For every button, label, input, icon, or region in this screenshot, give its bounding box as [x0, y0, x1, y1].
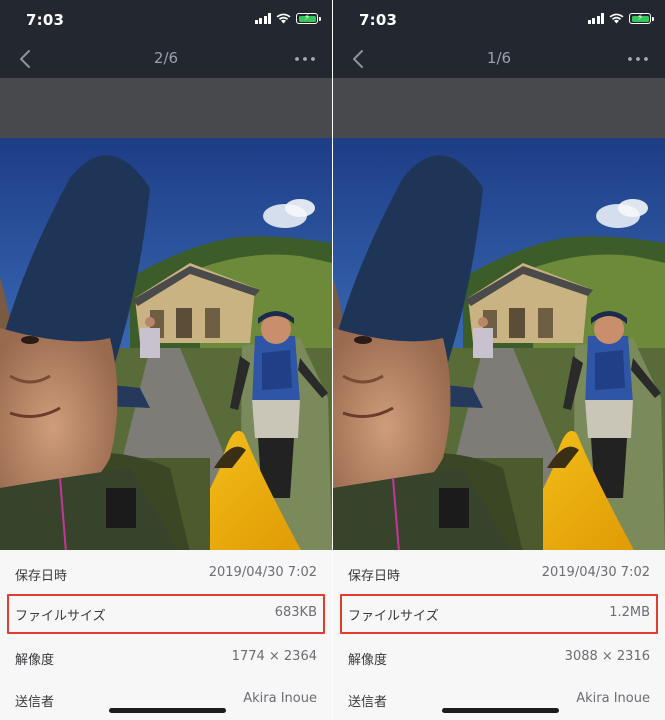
- wifi-icon: [609, 13, 624, 24]
- battery-charging-icon: ⚡: [629, 13, 654, 24]
- system-icons: ⚡: [254, 13, 321, 24]
- photo-image[interactable]: [0, 138, 332, 552]
- detail-label: 解像度: [15, 653, 55, 668]
- detail-row-resolution: 解像度 1774 × 2364: [0, 637, 332, 677]
- photo-image[interactable]: [333, 138, 665, 552]
- image-counter: 1/6: [486, 49, 512, 67]
- status-bar: 7:03 ⚡: [333, 0, 665, 40]
- detail-label: ファイルサイズ: [15, 609, 106, 624]
- detail-label: 保存日時: [15, 569, 68, 584]
- image-counter: 2/6: [153, 49, 179, 67]
- photo-letterbox: [333, 78, 665, 138]
- detail-row-file-size: ファイルサイズ 1.2MB: [333, 593, 665, 634]
- detail-row-saved-date: 保存日時 2019/04/30 7:02: [333, 553, 665, 593]
- detail-label: 送信者: [348, 695, 388, 710]
- detail-row-file-size: ファイルサイズ 683KB: [0, 593, 332, 634]
- cellular-signal-icon: [587, 13, 604, 24]
- cellular-signal-icon: [254, 13, 271, 24]
- status-time: 7:03: [359, 11, 398, 29]
- detail-label: 送信者: [15, 695, 55, 710]
- photo-letterbox: [0, 78, 332, 138]
- left-panel: 7:03 ⚡ 2/6 保存日時 2019/04/30 7:02 ファイルサイズ …: [0, 0, 332, 720]
- detail-row-sender: 送信者 Akira Inoue: [0, 679, 332, 719]
- status-time: 7:03: [26, 11, 65, 29]
- wifi-icon: [276, 13, 291, 24]
- nav-bar: 1/6: [333, 40, 665, 78]
- detail-value: 683KB: [274, 605, 317, 620]
- detail-label: 解像度: [348, 653, 388, 668]
- detail-value: 2019/04/30 7:02: [208, 565, 317, 580]
- detail-value: 1774 × 2364: [231, 649, 317, 664]
- status-bar: 7:03 ⚡: [0, 0, 332, 40]
- detail-value: Akira Inoue: [243, 691, 317, 706]
- right-panel: 7:03 ⚡ 1/6 保存日時 2019/04/30 7:02 ファイルサイズ …: [333, 0, 665, 720]
- detail-row-saved-date: 保存日時 2019/04/30 7:02: [0, 553, 332, 593]
- detail-value: 3088 × 2316: [564, 649, 650, 664]
- detail-label: 保存日時: [348, 569, 401, 584]
- nav-bar: 2/6: [0, 40, 332, 78]
- detail-value: Akira Inoue: [576, 691, 650, 706]
- detail-row-sender: 送信者 Akira Inoue: [333, 679, 665, 719]
- system-icons: ⚡: [587, 13, 654, 24]
- detail-value: 1.2MB: [609, 605, 650, 620]
- home-indicator[interactable]: [442, 708, 559, 713]
- detail-label: ファイルサイズ: [348, 609, 439, 624]
- home-indicator[interactable]: [109, 708, 226, 713]
- comparison-screenshot: 7:03 ⚡ 2/6 保存日時 2019/04/30 7:02 ファイルサイズ …: [0, 0, 665, 720]
- detail-value: 2019/04/30 7:02: [541, 565, 650, 580]
- more-horizontal-icon[interactable]: [627, 49, 649, 69]
- detail-row-resolution: 解像度 3088 × 2316: [333, 637, 665, 677]
- image-details-panel: 保存日時 2019/04/30 7:02 ファイルサイズ 1.2MB 解像度 3…: [333, 550, 665, 720]
- image-details-panel: 保存日時 2019/04/30 7:02 ファイルサイズ 683KB 解像度 1…: [0, 550, 332, 720]
- more-horizontal-icon[interactable]: [294, 49, 316, 69]
- battery-charging-icon: ⚡: [296, 13, 321, 24]
